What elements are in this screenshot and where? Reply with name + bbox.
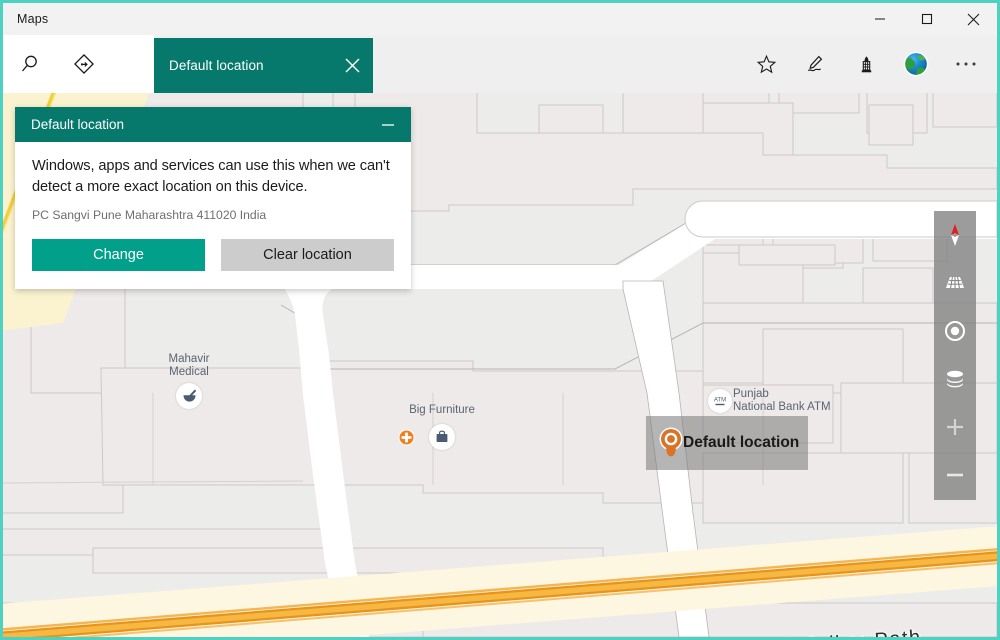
- target-icon: [945, 321, 965, 341]
- tab-label: Default location: [169, 58, 264, 73]
- tilt-grid-icon: [946, 276, 964, 289]
- tab-default-location[interactable]: Default location: [154, 38, 373, 93]
- minimize-icon: [874, 18, 885, 20]
- window-controls: [856, 3, 997, 35]
- zoom-in-button[interactable]: [934, 403, 976, 451]
- compass-icon: [951, 224, 959, 246]
- title-bar: Maps: [3, 3, 997, 35]
- directions-button[interactable]: [57, 35, 111, 93]
- clear-location-button[interactable]: Clear location: [221, 239, 394, 271]
- default-location-label: Default location: [683, 434, 800, 451]
- star-icon: [756, 54, 776, 73]
- toolbar-left-group: [3, 35, 154, 93]
- maps-window: Maps Default location Mahavir Medical Bi…: [0, 0, 1000, 640]
- shopping-bag-icon[interactable]: [429, 424, 455, 450]
- default-location-dialog: Default location Windows, apps and servi…: [15, 107, 411, 289]
- close-button[interactable]: [950, 3, 997, 35]
- maximize-icon: [921, 13, 932, 25]
- directions-icon: [74, 54, 94, 74]
- atm-glyph: ATM: [714, 398, 726, 406]
- toolbar: Default location: [3, 35, 997, 93]
- default-location-pin-icon[interactable]: [657, 426, 685, 460]
- dialog-buttons: Change Clear location: [32, 239, 394, 271]
- pharmacy-icon[interactable]: [176, 383, 202, 409]
- mortar-pestle-glyph: [183, 389, 196, 402]
- globe-icon: [903, 51, 929, 77]
- toolbar-right-group: [741, 35, 997, 93]
- minus-icon: [382, 123, 394, 126]
- minus-icon: [947, 473, 963, 477]
- atm-icon[interactable]: ATM: [708, 389, 732, 413]
- map-canvas[interactable]: Mahavir Medical Big Furniture Punjab Nat…: [3, 93, 997, 637]
- dialog-address: PC Sangvi Pune Maharashtra 411020 India: [32, 208, 267, 222]
- ink-directions-button[interactable]: [791, 35, 841, 93]
- dialog-header: Default location: [15, 107, 411, 142]
- poi-marker-orange[interactable]: [398, 429, 415, 446]
- dialog-collapse-button[interactable]: [375, 112, 401, 138]
- ellipsis-icon: [956, 62, 976, 66]
- change-button[interactable]: Change: [32, 239, 205, 271]
- svg-text:ATM: ATM: [714, 398, 726, 404]
- bag-glyph: [436, 430, 448, 442]
- app-title: Maps: [17, 12, 49, 26]
- tab-close-button[interactable]: [331, 38, 373, 93]
- layers-icon: [947, 370, 963, 388]
- dialog-description: Windows, apps and services can use this …: [32, 158, 390, 195]
- pen-icon: [807, 55, 823, 72]
- favorites-button[interactable]: [741, 35, 791, 93]
- map-pin-glyph: [659, 427, 683, 457]
- zoom-out-button[interactable]: [934, 451, 976, 499]
- map-layers-button[interactable]: [934, 355, 976, 403]
- more-options-button[interactable]: [941, 35, 991, 93]
- search-icon: [22, 55, 37, 72]
- close-icon: [344, 58, 360, 73]
- tilt-button[interactable]: [934, 259, 976, 307]
- search-button[interactable]: [3, 35, 57, 93]
- minimize-button[interactable]: [856, 3, 903, 35]
- three-d-cities-button[interactable]: [841, 35, 891, 93]
- close-icon: [967, 13, 980, 25]
- dialog-body: Windows, apps and services can use this …: [15, 142, 411, 289]
- map-views-button[interactable]: [891, 35, 941, 93]
- my-location-button[interactable]: [934, 307, 976, 355]
- dialog-title: Default location: [31, 117, 125, 132]
- landmark-icon: [861, 55, 871, 72]
- medical-cross-icon: [398, 429, 415, 446]
- compass-button[interactable]: [934, 211, 976, 259]
- map-controls-rail: [934, 211, 976, 500]
- plus-icon: [947, 419, 963, 435]
- maximize-button[interactable]: [903, 3, 950, 35]
